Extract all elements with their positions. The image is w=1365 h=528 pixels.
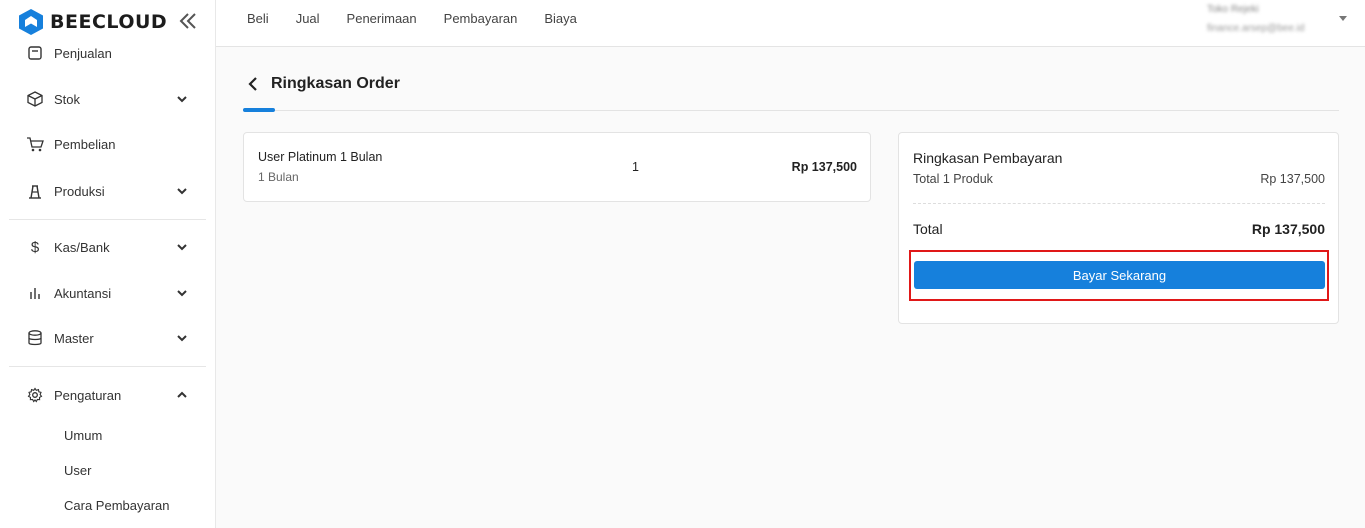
receipt-icon [26,44,44,62]
chevron-down-icon [177,96,187,103]
logo-text: BEECLOUD [50,11,168,33]
topnav-pembayaran[interactable]: Pembayaran [444,11,518,26]
sidebar-item-label: Produksi [54,183,105,199]
back-arrow-icon[interactable] [244,75,262,93]
database-icon [26,329,44,347]
user-name: Toko Rejeki [1207,4,1259,15]
beecloud-logo-icon [19,9,43,35]
sidebar-item-label: Stok [54,91,81,107]
caret-down-icon [1339,16,1347,21]
sidebar-item-akuntansi[interactable]: Akuntansi [0,275,215,311]
sidebar-item-produksi[interactable]: Produksi [0,173,215,209]
item-name: User Platinum 1 Bulan [258,150,383,164]
total-label: Total [913,221,943,237]
summary-product-value: Rp 137,500 [1260,172,1325,186]
sidebar-item-label: Kas/Bank [54,239,110,255]
page-title: Ringkasan Order [271,75,400,92]
divider [9,219,206,220]
pay-now-button[interactable]: Bayar Sekarang [914,261,1325,289]
factory-icon [26,182,44,200]
user-email: finance.arsep@bee.id [1207,23,1305,34]
chevron-up-icon [177,391,187,398]
sidebar-item-master[interactable]: Master [0,320,215,356]
sidebar-item-label: Akuntansi [54,285,112,301]
summary-divider [913,203,1325,204]
title-underline [243,108,275,112]
summary-product-label: Total 1 Produk [913,172,993,186]
sidebar-item-stok[interactable]: Stok [0,81,215,117]
sidebar-subitem-user[interactable]: User [64,463,91,478]
chevron-down-icon [177,244,187,251]
chevron-down-icon [177,335,187,342]
topnav-beli[interactable]: Beli [247,11,269,26]
sidebar-item-penjualan[interactable]: Penjualan [0,35,215,71]
top-nav: Beli Jual Penerimaan Pembayaran Biaya [247,11,604,26]
chevron-down-icon [177,188,187,195]
app-logo[interactable]: BEECLOUD [18,7,198,37]
item-duration: 1 Bulan [258,170,299,184]
sidebar-item-pembelian[interactable]: Pembelian [0,126,215,162]
sidebar-subitem-umum[interactable]: Umum [64,428,102,443]
sidebar-item-label: Master [54,330,94,346]
payment-summary-card: Ringkasan Pembayaran Total 1 Produk Rp 1… [898,132,1339,324]
sidebar-item-label: Penjualan [54,45,112,61]
chevron-down-icon [177,290,187,297]
total-value: Rp 137,500 [1251,221,1325,237]
topnav-penerimaan[interactable]: Penerimaan [347,11,417,26]
box-icon [26,90,44,108]
item-quantity: 1 [632,160,639,174]
dollar-icon: $ [30,238,40,256]
topnav-jual[interactable]: Jual [296,11,320,26]
collapse-sidebar-icon[interactable] [178,12,198,30]
sidebar-item-pengaturan[interactable]: Pengaturan [0,377,215,413]
gear-icon [26,386,44,404]
sidebar-item-label: Pembelian [54,136,116,152]
divider [9,366,206,367]
topnav-biaya[interactable]: Biaya [544,11,577,26]
cart-icon [26,135,44,153]
sidebar-item-kas-bank[interactable]: $ Kas/Bank [0,229,215,265]
bar-chart-icon [26,284,44,302]
item-price: Rp 137,500 [791,160,857,174]
summary-title: Ringkasan Pembayaran [913,150,1063,166]
sidebar: BEECLOUD Penjualan Stok Pembelian Produk… [0,0,216,528]
title-divider [243,110,1339,111]
top-bar: Beli Jual Penerimaan Pembayaran Biaya To… [216,0,1365,47]
order-item-card: User Platinum 1 Bulan 1 Bulan 1 Rp 137,5… [243,132,871,202]
sidebar-item-label: Pengaturan [54,387,122,403]
sidebar-subitem-cara-pembayaran[interactable]: Cara Pembayaran [64,498,170,513]
user-menu[interactable]: Toko Rejeki finance.arsep@bee.id [1207,4,1347,38]
